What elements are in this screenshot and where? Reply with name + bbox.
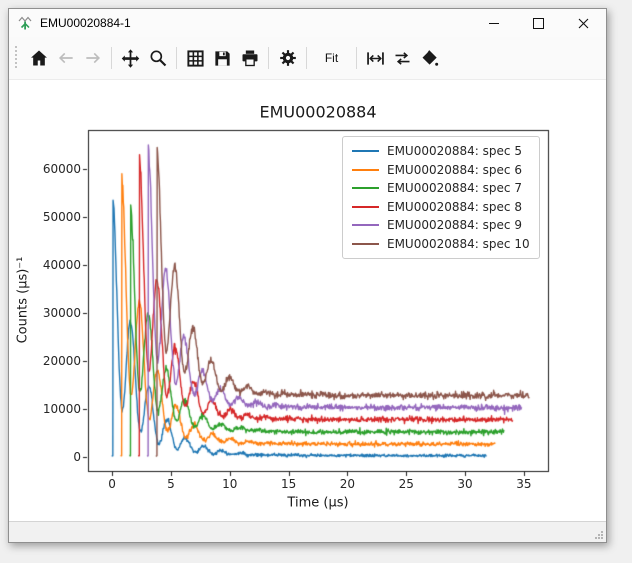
maximize-icon — [533, 18, 544, 29]
legend-line-swatch — [352, 187, 379, 189]
back-button[interactable] — [52, 42, 79, 74]
swap-axes-button[interactable] — [389, 42, 416, 74]
customize-button[interactable] — [274, 42, 301, 74]
figure-area: EMU00020884 Time (μs) Counts (μs)⁻¹ 0 5 10… — [9, 80, 606, 521]
y-tick-label: 50000 — [43, 210, 81, 224]
legend-label: EMU00020884: spec 6 — [387, 163, 522, 177]
x-tick-label: 0 — [108, 477, 116, 491]
toolbar-drag-handle[interactable] — [14, 46, 17, 70]
legend-item: EMU00020884: spec 7 — [352, 179, 530, 198]
minimize-button[interactable] — [471, 9, 516, 37]
legend-item: EMU00020884: spec 5 — [352, 142, 530, 161]
legend-item: EMU00020884: spec 9 — [352, 216, 530, 235]
x-tick-label: 20 — [340, 477, 355, 491]
window-title: EMU00020884-1 — [40, 16, 131, 30]
swap-axes-icon — [392, 48, 413, 69]
home-icon — [29, 48, 49, 68]
close-icon — [578, 18, 589, 29]
x-tick-label: 10 — [222, 477, 237, 491]
legend-line-swatch — [352, 169, 379, 171]
save-button[interactable] — [209, 42, 236, 74]
x-tick-label: 15 — [281, 477, 296, 491]
grid-icon — [186, 49, 205, 68]
resize-grip[interactable] — [593, 529, 604, 540]
pan-button[interactable] — [117, 42, 144, 74]
title-bar[interactable]: EMU00020884-1 — [9, 9, 606, 37]
app-icon — [18, 15, 34, 31]
print-button[interactable] — [236, 42, 263, 74]
axes-scale-icon — [365, 48, 386, 69]
save-icon — [213, 49, 232, 68]
axes-scale-button[interactable] — [362, 42, 389, 74]
y-tick-label: 20000 — [43, 354, 81, 368]
legend-line-swatch — [352, 243, 379, 245]
legend-label: EMU00020884: spec 5 — [387, 144, 522, 158]
y-tick-label: 60000 — [43, 162, 81, 176]
toolbar-separator — [306, 47, 307, 69]
x-tick-label: 30 — [457, 477, 472, 491]
legend-line-swatch — [352, 206, 379, 208]
back-arrow-icon — [56, 48, 76, 68]
legend-label: EMU00020884: spec 9 — [387, 218, 522, 232]
x-axis-label: Time (μs) — [287, 496, 348, 511]
fit-button[interactable]: Fit — [312, 42, 351, 74]
home-button[interactable] — [25, 42, 52, 74]
zoom-button[interactable] — [144, 42, 171, 74]
legend-item: EMU00020884: spec 10 — [352, 235, 530, 254]
toolbar-separator — [268, 47, 269, 69]
plot-toolbar: Fit — [9, 37, 606, 80]
forward-button[interactable] — [79, 42, 106, 74]
gear-icon — [278, 48, 298, 68]
legend-line-swatch — [352, 150, 379, 152]
legend-label: EMU00020884: spec 7 — [387, 181, 522, 195]
toolbar-separator — [356, 47, 357, 69]
minimize-icon — [489, 23, 499, 24]
fill-color-button[interactable] — [416, 42, 443, 74]
y-axis-label: Counts (μs)⁻¹ — [16, 257, 31, 344]
x-tick-label: 25 — [399, 477, 414, 491]
legend[interactable]: EMU00020884: spec 5 EMU00020884: spec 6 EM… — [342, 136, 540, 259]
y-tick-label: 40000 — [43, 258, 81, 272]
plot-title: EMU00020884 — [259, 103, 376, 122]
y-tick-label: 0 — [73, 450, 81, 464]
legend-label: EMU00020884: spec 10 — [387, 237, 530, 251]
y-tick-label: 30000 — [43, 306, 81, 320]
status-bar — [9, 521, 606, 542]
legend-label: EMU00020884: spec 8 — [387, 200, 522, 214]
toolbar-separator — [111, 47, 112, 69]
pan-icon — [120, 48, 141, 69]
forward-arrow-icon — [83, 48, 103, 68]
close-button[interactable] — [561, 9, 606, 37]
fill-color-icon — [420, 48, 440, 68]
printer-icon — [240, 48, 260, 68]
x-tick-label: 35 — [516, 477, 531, 491]
legend-item: EMU00020884: spec 8 — [352, 198, 530, 217]
legend-item: EMU00020884: spec 6 — [352, 161, 530, 180]
magnifier-icon — [148, 48, 168, 68]
toolbar-separator — [176, 47, 177, 69]
y-tick-label: 10000 — [43, 402, 81, 416]
x-tick-label: 5 — [167, 477, 175, 491]
plot-window: EMU00020884-1 — [8, 8, 607, 543]
maximize-button[interactable] — [516, 9, 561, 37]
subplots-button[interactable] — [182, 42, 209, 74]
legend-line-swatch — [352, 224, 379, 226]
